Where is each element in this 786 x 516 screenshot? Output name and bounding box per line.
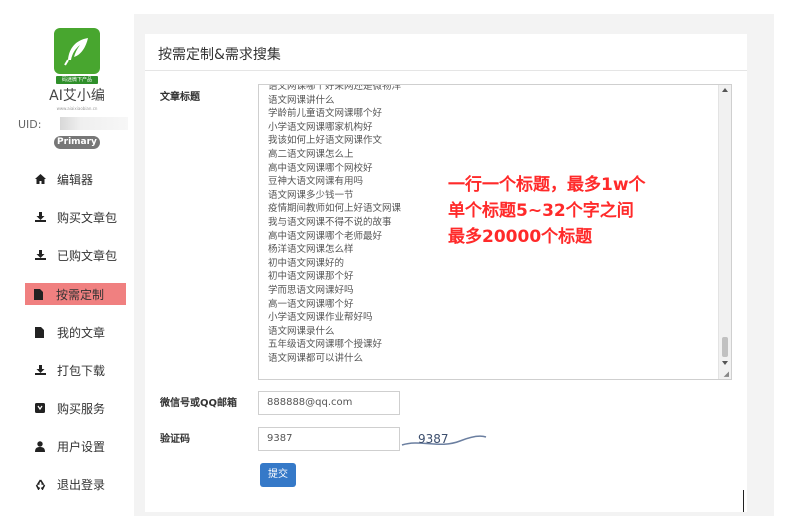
note-line: 单个标题5~32个字之间 [448,201,634,221]
captcha-image[interactable]: 9387 [400,425,488,452]
title-line: 语文网课多少钱一节 [268,189,354,201]
title-line: 我与语文网课不得不说的故事 [268,216,392,228]
title-line: 语文网课讲什么 [268,94,335,106]
scroll-up-arrow-icon[interactable] [722,88,728,92]
title-line: 豆神大语文网课有用吗 [268,176,364,188]
sidebar: 码迷微下产品 AI艾小编 www.aiaixiaobian.cn UID: Pr… [0,0,134,516]
note-line: 最多20000个标题 [448,227,593,247]
uid-value-masked [60,117,128,130]
title-line: 高二语文网课怎么上 [268,148,354,160]
sidebar-item-buy-package[interactable]: 购买文章包 [26,206,127,228]
sidebar-item-editor[interactable]: 编辑器 [26,168,127,190]
title-line: 小学语文网课哪家机构好 [268,121,373,133]
resize-handle-icon[interactable]: ◢ [724,370,729,378]
sidebar-item-purchased-package[interactable]: 已购文章包 [26,244,127,266]
feather-logo-icon [54,28,100,74]
title-line: 语文网课都可以讲什么 [268,352,364,364]
user-icon [35,439,53,453]
sidebar-item-label: 按需定制 [56,287,105,302]
title-line: 语文网课哪个好呆网还是微物洋 [268,84,402,92]
captcha-label: 验证码 [160,434,190,445]
home-icon [35,172,53,186]
submit-button[interactable]: 提交 [260,463,296,487]
brand-url: www.aiaixiaobian.cn [56,106,98,111]
sidebar-item-label: 打包下载 [57,363,106,378]
download-icon [35,248,53,262]
captcha-char: 9387 [418,432,449,446]
title-line: 语文网课录什么 [268,325,335,337]
sidebar-item-label: 编辑器 [57,172,94,187]
download-icon [35,363,53,377]
sidebar-item-label: 我的文章 [57,325,106,340]
title-line: 初中语文网课那个好 [268,271,354,283]
sidebar-item-label: 用户设置 [57,439,106,454]
title-line: 学龄前儿童语文网课哪个好 [268,108,383,120]
shop-icon [35,401,53,415]
textarea-content: 语文网课哪个好呆网还是微物洋语文网课讲什么学龄前儿童语文网课哪个好 小学语文网课哪… [268,84,402,365]
article-title-label: 文章标题 [160,92,200,103]
recycle-icon [35,477,53,491]
page-title: 按需定制&需求搜集 [158,47,281,63]
scrollbar-thumb[interactable] [722,337,728,357]
sidebar-item-buy-service[interactable]: 购买服务 [26,397,127,419]
instruction-note: 一行一个标题，最多1w个 单个标题5~32个字之间 最多20000个标题 [448,172,646,250]
title-line: 五年级语文网课哪个授课好 [268,339,383,351]
title-line: 小学语文网课作业帮好吗 [268,312,373,324]
contact-label: 微信号或QQ邮箱 [160,398,238,409]
title-line: 我该如何上好语文网课作文 [268,135,383,147]
title-line: 高一语文网课哪个好 [268,298,354,310]
title-line: 初中语文网课好的 [268,257,345,269]
captcha-input[interactable]: 9387 [258,427,400,451]
sidebar-item-label: 购买文章包 [57,210,118,225]
title-line: 学而思语文网课好吗 [268,284,354,296]
sidebar-item-label: 购买服务 [57,401,106,416]
sidebar-item-label: 退出登录 [57,477,106,492]
brand-name: AI艾小编 [49,88,105,104]
sidebar-item-label: 已购文章包 [57,248,118,263]
status-badge: Primary [54,136,100,149]
uid-label: UID: [18,118,42,131]
title-line: 高中语文网课哪个老师最好 [268,230,383,242]
title-line: 高中语文网课哪个网校好 [268,162,373,174]
sidebar-item-user-settings[interactable]: 用户设置 [26,435,127,457]
file-icon [35,325,53,339]
download-icon [35,210,53,224]
title-divider [145,70,747,71]
title-line: 杨洋语文网课怎么样 [268,244,354,256]
text-cursor [743,490,744,512]
textarea-scrollbar[interactable] [718,85,731,379]
logo-tag: 码迷微下产品 [56,76,98,84]
sidebar-item-logout[interactable]: 退出登录 [26,473,127,495]
title-line: 疫情期间教师如何上好语文网课 [268,203,402,215]
file-icon [34,287,52,301]
sidebar-item-bulk-download[interactable]: 打包下载 [26,359,127,381]
sidebar-item-custom-order[interactable]: 按需定制 [25,283,126,305]
contact-input[interactable]: 888888@qq.com [258,391,400,415]
note-line: 一行一个标题，最多1w个 [448,175,646,195]
sidebar-item-my-articles[interactable]: 我的文章 [26,321,127,343]
scroll-down-arrow-icon[interactable] [722,361,728,365]
